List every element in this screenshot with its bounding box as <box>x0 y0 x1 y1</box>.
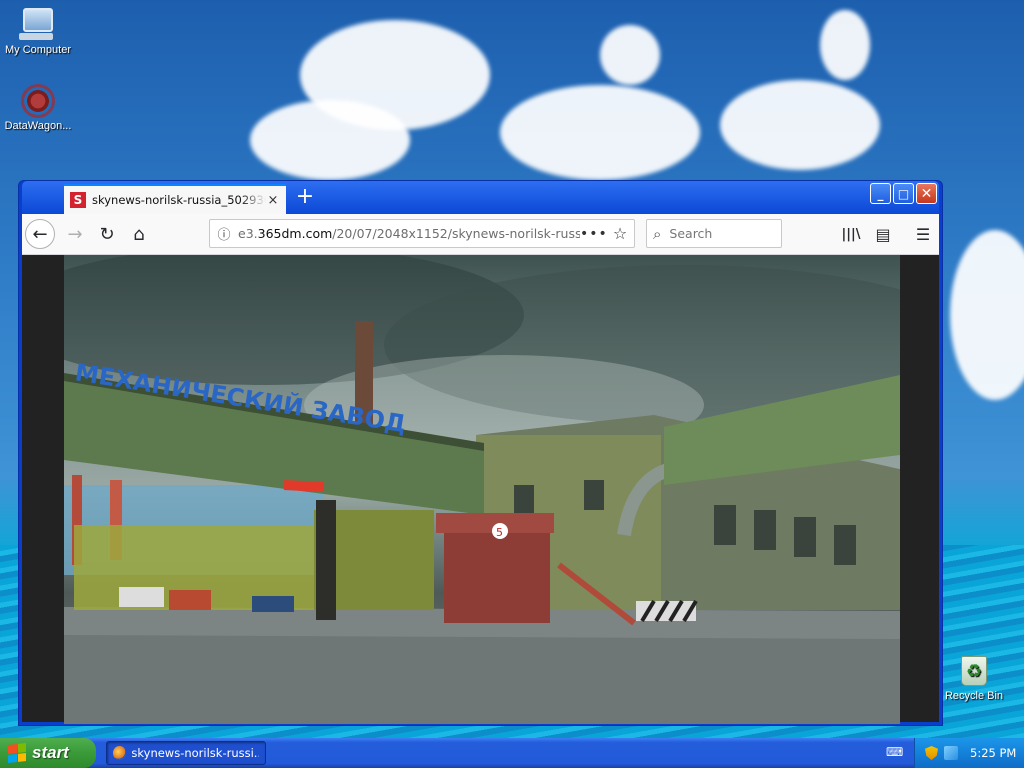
page-content: МЕХАНИЧЕСКИЙ ЗАВОД 5 <box>22 255 939 724</box>
firefox-icon <box>113 746 127 760</box>
site-favicon-icon: S <box>70 192 86 208</box>
factory-photo-illustration: МЕХАНИЧЕСКИЙ ЗАВОД 5 <box>64 255 900 724</box>
cloud <box>500 85 700 180</box>
close-window-button[interactable]: ✕ <box>916 183 937 204</box>
computer-icon <box>19 8 53 40</box>
tab-close-icon[interactable]: × <box>266 193 280 208</box>
maximize-button[interactable]: □ <box>893 183 914 204</box>
search-icon: ⌕ <box>653 224 662 243</box>
start-button[interactable]: start <box>0 738 96 768</box>
sidebar-icon[interactable]: ▤ <box>868 219 898 249</box>
desktop-icon-label: My Computer <box>4 44 72 56</box>
url-path: /20/07/2048x1152/skynews-norilsk-russia_… <box>332 226 580 241</box>
url-bar[interactable]: ⓘ e3.365dm.com/20/07/2048x1152/skynews-n… <box>209 219 635 248</box>
cloud <box>250 100 410 180</box>
menu-icon[interactable]: ☰ <box>908 219 938 249</box>
cloud <box>720 80 880 170</box>
navigation-toolbar: ← → ↻ ⌂ ⓘ e3.365dm.com/20/07/2048x1152/s… <box>22 214 939 255</box>
tab-bar: S skynews-norilsk-russia_5029302.jpg × +… <box>22 181 939 214</box>
factory-photo[interactable]: МЕХАНИЧЕСКИЙ ЗАВОД 5 <box>64 255 900 724</box>
tab-title: skynews-norilsk-russia_5029302.jpg <box>92 193 266 207</box>
cloud <box>950 230 1024 400</box>
booth-speed-badge: 5 <box>496 526 503 539</box>
security-shield-icon[interactable] <box>925 746 938 760</box>
clock[interactable]: 5:25 PM <box>970 746 1016 760</box>
taskbar: start skynews-norilsk-russi... ⌨ 5:25 PM <box>0 738 1024 768</box>
system-tray: 5:25 PM <box>914 738 1024 768</box>
url-prefix: e3. <box>238 226 258 241</box>
home-button[interactable]: ⌂ <box>124 219 154 249</box>
new-tab-button[interactable]: + <box>292 185 318 211</box>
bookmark-star-icon[interactable]: ☆ <box>606 224 634 243</box>
back-button[interactable]: ← <box>25 219 55 249</box>
window-controls: _ □ ✕ <box>870 183 937 204</box>
desktop-icon-recycle-bin[interactable]: ♻ Recycle Bin <box>934 656 1014 702</box>
url-text[interactable]: e3.365dm.com/20/07/2048x1152/skynews-nor… <box>238 226 580 241</box>
desktop-icon-label: DataWagon... <box>4 120 72 132</box>
url-domain: 365dm.com <box>257 226 333 241</box>
cloud <box>600 25 660 85</box>
reload-button[interactable]: ↻ <box>92 219 122 249</box>
desktop-icon-label: Recycle Bin <box>944 690 1004 702</box>
keyboard-icon[interactable]: ⌨ <box>886 745 903 759</box>
windows-flag-icon <box>8 743 26 763</box>
forward-button[interactable]: → <box>60 219 90 249</box>
page-actions-icon[interactable]: ••• <box>580 226 607 242</box>
search-bar[interactable]: ⌕ <box>646 219 782 248</box>
site-info-icon[interactable]: ⓘ <box>210 224 238 243</box>
taskbar-item-label: skynews-norilsk-russi... <box>131 746 259 760</box>
recycle-bin-icon: ♻ <box>961 656 987 686</box>
start-label: start <box>32 743 69 762</box>
cloud <box>820 10 870 80</box>
search-input[interactable] <box>667 225 768 242</box>
network-icon[interactable] <box>944 746 958 760</box>
desktop-icon-datawagon[interactable]: DataWagon... <box>0 84 78 132</box>
taskbar-item-browser[interactable]: skynews-norilsk-russi... <box>106 741 266 765</box>
browser-window: S skynews-norilsk-russia_5029302.jpg × +… <box>18 180 943 726</box>
tab-active[interactable]: S skynews-norilsk-russia_5029302.jpg × <box>64 184 286 214</box>
desktop-icon-my-computer[interactable]: My Computer <box>0 2 78 56</box>
datawagon-icon <box>21 84 55 118</box>
minimize-button[interactable]: _ <box>870 183 891 204</box>
library-icon[interactable]: |||\ <box>836 219 866 249</box>
